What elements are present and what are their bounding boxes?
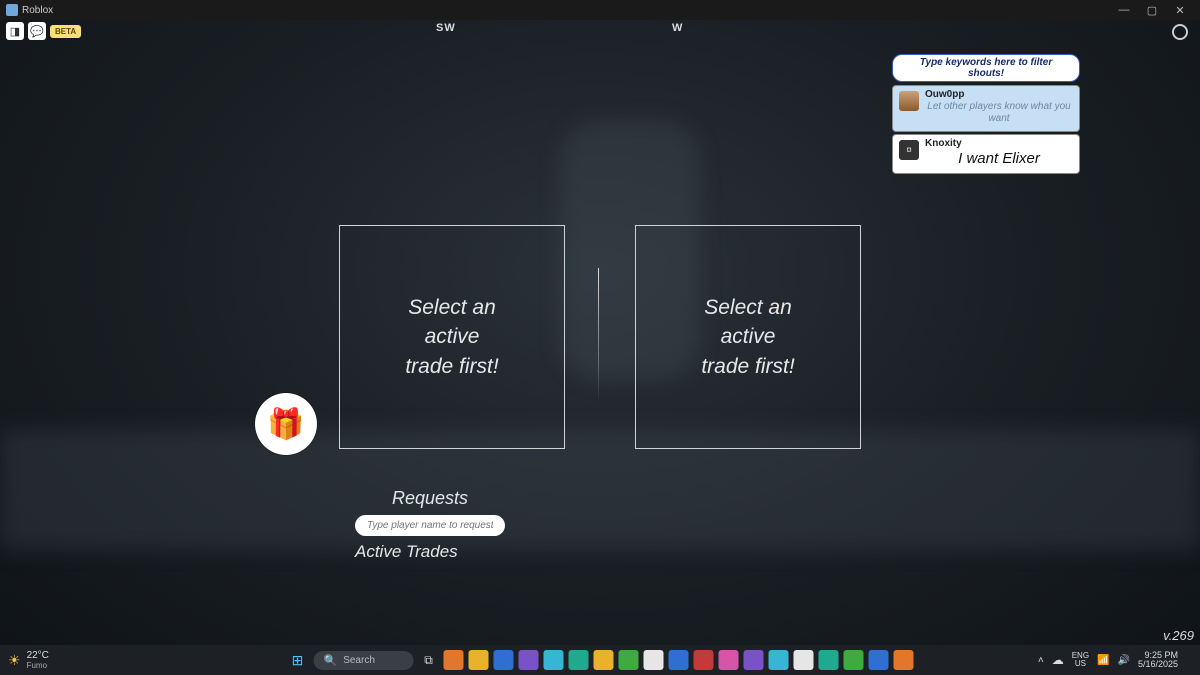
taskbar-app-icon[interactable] xyxy=(519,650,539,670)
compass-mark-sw: SW xyxy=(436,22,456,34)
trade-panel-yours[interactable]: Select an active trade first! xyxy=(339,225,565,449)
trade-panel-theirs[interactable]: Select an active trade first! xyxy=(635,225,861,449)
shout-card-self: Ouw0pp Let other players know what you w… xyxy=(892,85,1080,132)
window-close-button[interactable]: ✕ xyxy=(1166,4,1194,17)
window-title: Roblox xyxy=(22,5,53,16)
taskbar-weather-widget[interactable]: ☀ 22°C Fumo xyxy=(8,650,49,670)
shout-self-input[interactable]: Let other players know what you want xyxy=(925,101,1073,125)
weather-icon: ☀ xyxy=(8,652,21,669)
tray-chevron-up-icon[interactable]: ˄ xyxy=(1038,655,1044,666)
game-version-label: v.269 xyxy=(1163,628,1194,643)
taskbar-app-icon[interactable] xyxy=(894,650,914,670)
shouts-filter-input[interactable]: Type keywords here to filter shouts! xyxy=(892,54,1080,82)
taskbar-app-icon[interactable] xyxy=(769,650,789,670)
roblox-app-icon xyxy=(6,4,18,16)
beta-badge: BETA xyxy=(50,25,81,38)
window-minimize-button[interactable]: — xyxy=(1110,4,1138,16)
taskbar-app-icon[interactable] xyxy=(819,650,839,670)
taskbar-clock[interactable]: 9:25 PM 5/16/2025 xyxy=(1138,651,1178,669)
player-name-label: Knoxity xyxy=(925,138,1073,149)
taskbar-search-input[interactable]: 🔍 Search xyxy=(314,651,414,670)
requests-heading: Requests xyxy=(355,488,505,509)
taskbar-app-icon[interactable] xyxy=(669,650,689,670)
taskbar-app-icon[interactable] xyxy=(744,650,764,670)
language-indicator[interactable]: ENG US xyxy=(1072,652,1089,668)
start-button[interactable]: ⊞ xyxy=(287,649,309,671)
window-titlebar: Roblox — ▢ ✕ xyxy=(0,0,1200,20)
requests-block: Requests Active Trades xyxy=(355,488,505,562)
avatar xyxy=(899,91,919,111)
game-options-icon[interactable] xyxy=(1172,24,1188,40)
shout-message: I want Elixer xyxy=(925,150,1073,167)
system-tray: ˄ ☁ ENG US 📶 🔊 9:25 PM 5/16/2025 xyxy=(1038,651,1192,669)
shouts-panel: Type keywords here to filter shouts! Ouw… xyxy=(892,54,1080,176)
wifi-icon[interactable]: 📶 xyxy=(1097,655,1109,666)
trade-divider xyxy=(598,268,599,403)
taskbar-app-icon[interactable] xyxy=(619,650,639,670)
trade-panel-message: Select an active trade first! xyxy=(405,293,498,381)
trade-panel-message: Select an active trade first! xyxy=(701,293,794,381)
windows-taskbar: ☀ 22°C Fumo ⊞ 🔍 Search ⧉ ˄ ☁ xyxy=(0,645,1200,675)
taskbar-app-icon[interactable] xyxy=(869,650,889,670)
search-icon: 🔍 xyxy=(324,654,338,667)
window-maximize-button[interactable]: ▢ xyxy=(1138,4,1166,17)
taskbar-app-icon[interactable] xyxy=(694,650,714,670)
taskbar-app-icon[interactable] xyxy=(444,650,464,670)
weather-temp: 22°C xyxy=(27,650,49,661)
taskbar-search-label: Search xyxy=(343,655,375,666)
taskbar-app-icon[interactable] xyxy=(794,650,814,670)
taskbar-app-icon[interactable] xyxy=(569,650,589,670)
roblox-topbar: ◨ 💬 BETA xyxy=(6,22,81,40)
request-player-input[interactable] xyxy=(355,515,505,536)
weather-condition: Fumo xyxy=(27,661,49,670)
player-name-label: Ouw0pp xyxy=(925,89,1073,100)
chat-icon[interactable]: 💬 xyxy=(28,22,46,40)
cloud-icon[interactable]: ☁ xyxy=(1052,653,1064,667)
shout-card[interactable]: ¤ Knoxity I want Elixer xyxy=(892,134,1080,174)
taskbar-app-icon[interactable] xyxy=(594,650,614,670)
trade-icon-button[interactable]: 🎁 xyxy=(255,393,317,455)
taskbar-center-icons: ⊞ 🔍 Search ⧉ xyxy=(287,649,914,671)
taskbar-app-icon[interactable] xyxy=(469,650,489,670)
compass-mark-w: W xyxy=(672,22,683,34)
taskbar-app-icon[interactable] xyxy=(644,650,664,670)
roblox-menu-icon[interactable]: ◨ xyxy=(6,22,24,40)
volume-icon[interactable]: 🔊 xyxy=(1118,655,1130,666)
avatar: ¤ xyxy=(899,140,919,160)
active-trades-heading: Active Trades xyxy=(355,542,505,562)
taskbar-app-icon[interactable] xyxy=(719,650,739,670)
taskbar-app-icon[interactable] xyxy=(544,650,564,670)
taskbar-app-icon[interactable] xyxy=(844,650,864,670)
taskview-icon[interactable]: ⧉ xyxy=(419,650,439,670)
taskbar-app-icon[interactable] xyxy=(494,650,514,670)
gift-icon: 🎁 xyxy=(267,407,304,442)
